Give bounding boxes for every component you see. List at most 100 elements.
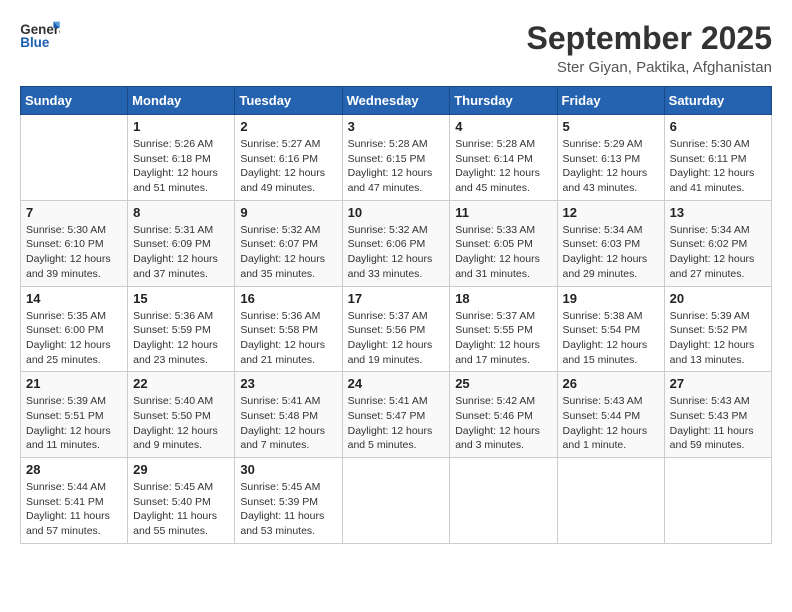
calendar-day-cell: 24 Sunrise: 5:41 AM Sunset: 5:47 PM Dayli… (342, 372, 450, 458)
weekday-header: Sunday (21, 87, 128, 115)
calendar-day-cell: 29 Sunrise: 5:45 AM Sunset: 5:40 PM Dayli… (128, 458, 235, 544)
day-info: Sunrise: 5:36 AM Sunset: 5:59 PM Dayligh… (133, 309, 229, 368)
day-info: Sunrise: 5:27 AM Sunset: 6:16 PM Dayligh… (240, 137, 336, 196)
calendar-day-cell: 28 Sunrise: 5:44 AM Sunset: 5:41 PM Dayli… (21, 458, 128, 544)
calendar-week-row: 7Sunrise: 5:30 AM Sunset: 6:10 PM Daylig… (21, 200, 772, 286)
day-info: Sunrise: 5:41 AM Sunset: 5:47 PM Dayligh… (348, 394, 445, 453)
calendar-day-cell: 9 Sunrise: 5:32 AM Sunset: 6:07 PM Daylig… (235, 200, 342, 286)
calendar-day-cell: 1 Sunrise: 5:26 AM Sunset: 6:18 PM Daylig… (128, 115, 235, 201)
calendar-header-row: SundayMondayTuesdayWednesdayThursdayFrid… (21, 87, 772, 115)
calendar-day-cell: 11 Sunrise: 5:33 AM Sunset: 6:05 PM Dayli… (450, 200, 557, 286)
calendar-day-cell (450, 458, 557, 544)
calendar-day-cell: 12Sunrise: 5:34 AM Sunset: 6:03 PM Dayli… (557, 200, 664, 286)
weekday-header: Tuesday (235, 87, 342, 115)
day-number: 12 (563, 205, 659, 220)
day-number: 24 (348, 376, 445, 391)
day-number: 22 (133, 376, 229, 391)
calendar-title: September 2025 (527, 20, 772, 57)
title-block: September 2025 Ster Giyan, Paktika, Afgh… (527, 20, 772, 76)
calendar-table: SundayMondayTuesdayWednesdayThursdayFrid… (20, 86, 772, 544)
day-info: Sunrise: 5:29 AM Sunset: 6:13 PM Dayligh… (563, 137, 659, 196)
calendar-day-cell: 3 Sunrise: 5:28 AM Sunset: 6:15 PM Daylig… (342, 115, 450, 201)
calendar-day-cell: 19 Sunrise: 5:38 AM Sunset: 5:54 PM Dayli… (557, 286, 664, 372)
day-number: 20 (670, 291, 766, 306)
calendar-day-cell: 15 Sunrise: 5:36 AM Sunset: 5:59 PM Dayli… (128, 286, 235, 372)
day-info: Sunrise: 5:30 AM Sunset: 6:10 PM Dayligh… (26, 223, 122, 282)
day-info: Sunrise: 5:44 AM Sunset: 5:41 PM Dayligh… (26, 480, 122, 539)
weekday-header: Friday (557, 87, 664, 115)
calendar-week-row: 14 Sunrise: 5:35 AM Sunset: 6:00 PM Dayli… (21, 286, 772, 372)
day-info: Sunrise: 5:32 AM Sunset: 6:06 PM Dayligh… (348, 223, 445, 282)
day-info: Sunrise: 5:31 AM Sunset: 6:09 PM Dayligh… (133, 223, 229, 282)
day-info: Sunrise: 5:45 AM Sunset: 5:40 PM Dayligh… (133, 480, 229, 539)
day-number: 16 (240, 291, 336, 306)
day-info: Sunrise: 5:33 AM Sunset: 6:05 PM Dayligh… (455, 223, 551, 282)
svg-text:Blue: Blue (20, 35, 49, 50)
day-number: 1 (133, 119, 229, 134)
calendar-week-row: 28 Sunrise: 5:44 AM Sunset: 5:41 PM Dayli… (21, 458, 772, 544)
calendar-day-cell: 17 Sunrise: 5:37 AM Sunset: 5:56 PM Dayli… (342, 286, 450, 372)
calendar-day-cell: 4 Sunrise: 5:28 AM Sunset: 6:14 PM Daylig… (450, 115, 557, 201)
calendar-day-cell: 21 Sunrise: 5:39 AM Sunset: 5:51 PM Dayli… (21, 372, 128, 458)
calendar-day-cell: 18Sunrise: 5:37 AM Sunset: 5:55 PM Dayli… (450, 286, 557, 372)
calendar-day-cell: 23 Sunrise: 5:41 AM Sunset: 5:48 PM Dayli… (235, 372, 342, 458)
day-info: Sunrise: 5:43 AM Sunset: 5:44 PM Dayligh… (563, 394, 659, 453)
day-number: 11 (455, 205, 551, 220)
day-info: Sunrise: 5:39 AM Sunset: 5:51 PM Dayligh… (26, 394, 122, 453)
day-info: Sunrise: 5:36 AM Sunset: 5:58 PM Dayligh… (240, 309, 336, 368)
day-info: Sunrise: 5:45 AM Sunset: 5:39 PM Dayligh… (240, 480, 336, 539)
logo: General Blue (20, 20, 60, 50)
day-number: 14 (26, 291, 122, 306)
day-info: Sunrise: 5:28 AM Sunset: 6:14 PM Dayligh… (455, 137, 551, 196)
day-info: Sunrise: 5:32 AM Sunset: 6:07 PM Dayligh… (240, 223, 336, 282)
calendar-day-cell: 5 Sunrise: 5:29 AM Sunset: 6:13 PM Daylig… (557, 115, 664, 201)
day-number: 21 (26, 376, 122, 391)
day-number: 26 (563, 376, 659, 391)
calendar-day-cell (664, 458, 771, 544)
weekday-header: Thursday (450, 87, 557, 115)
day-number: 17 (348, 291, 445, 306)
day-info: Sunrise: 5:38 AM Sunset: 5:54 PM Dayligh… (563, 309, 659, 368)
day-number: 9 (240, 205, 336, 220)
calendar-day-cell: 27 Sunrise: 5:43 AM Sunset: 5:43 PM Dayli… (664, 372, 771, 458)
calendar-day-cell: 2 Sunrise: 5:27 AM Sunset: 6:16 PM Daylig… (235, 115, 342, 201)
day-number: 3 (348, 119, 445, 134)
day-number: 23 (240, 376, 336, 391)
day-info: Sunrise: 5:28 AM Sunset: 6:15 PM Dayligh… (348, 137, 445, 196)
day-number: 5 (563, 119, 659, 134)
day-number: 8 (133, 205, 229, 220)
calendar-day-cell: 14 Sunrise: 5:35 AM Sunset: 6:00 PM Dayli… (21, 286, 128, 372)
day-number: 15 (133, 291, 229, 306)
day-number: 6 (670, 119, 766, 134)
calendar-day-cell: 6 Sunrise: 5:30 AM Sunset: 6:11 PM Daylig… (664, 115, 771, 201)
day-info: Sunrise: 5:26 AM Sunset: 6:18 PM Dayligh… (133, 137, 229, 196)
day-number: 29 (133, 462, 229, 477)
calendar-day-cell: 22 Sunrise: 5:40 AM Sunset: 5:50 PM Dayli… (128, 372, 235, 458)
calendar-day-cell (21, 115, 128, 201)
day-number: 27 (670, 376, 766, 391)
day-number: 2 (240, 119, 336, 134)
calendar-day-cell (342, 458, 450, 544)
calendar-day-cell: 8 Sunrise: 5:31 AM Sunset: 6:09 PM Daylig… (128, 200, 235, 286)
day-info: Sunrise: 5:30 AM Sunset: 6:11 PM Dayligh… (670, 137, 766, 196)
day-number: 19 (563, 291, 659, 306)
day-info: Sunrise: 5:37 AM Sunset: 5:56 PM Dayligh… (348, 309, 445, 368)
calendar-day-cell: 10Sunrise: 5:32 AM Sunset: 6:06 PM Dayli… (342, 200, 450, 286)
day-info: Sunrise: 5:40 AM Sunset: 5:50 PM Dayligh… (133, 394, 229, 453)
calendar-day-cell (557, 458, 664, 544)
calendar-day-cell: 30Sunrise: 5:45 AM Sunset: 5:39 PM Dayli… (235, 458, 342, 544)
day-info: Sunrise: 5:42 AM Sunset: 5:46 PM Dayligh… (455, 394, 551, 453)
day-number: 25 (455, 376, 551, 391)
day-number: 4 (455, 119, 551, 134)
day-info: Sunrise: 5:41 AM Sunset: 5:48 PM Dayligh… (240, 394, 336, 453)
day-number: 13 (670, 205, 766, 220)
day-info: Sunrise: 5:35 AM Sunset: 6:00 PM Dayligh… (26, 309, 122, 368)
calendar-day-cell: 16 Sunrise: 5:36 AM Sunset: 5:58 PM Dayli… (235, 286, 342, 372)
generalblue-logo-icon: General Blue (20, 20, 60, 50)
day-number: 18 (455, 291, 551, 306)
day-info: Sunrise: 5:43 AM Sunset: 5:43 PM Dayligh… (670, 394, 766, 453)
calendar-subtitle: Ster Giyan, Paktika, Afghanistan (527, 59, 772, 76)
weekday-header: Wednesday (342, 87, 450, 115)
calendar-week-row: 1 Sunrise: 5:26 AM Sunset: 6:18 PM Daylig… (21, 115, 772, 201)
day-number: 28 (26, 462, 122, 477)
